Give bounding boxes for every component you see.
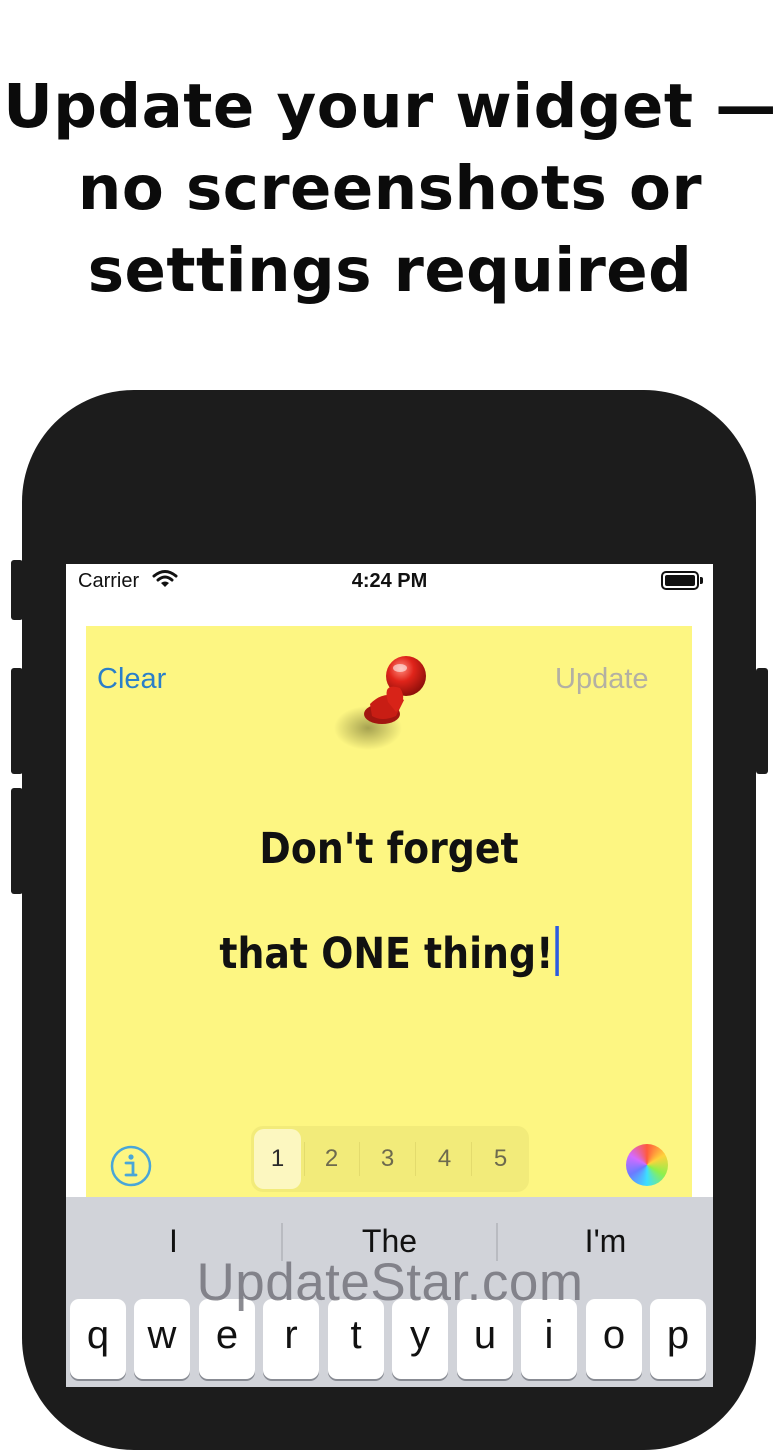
note-text-line-2[interactable]: that ONE thing!	[122, 926, 655, 979]
power-button	[756, 668, 768, 774]
note-text-line-2-content: that ONE thing!	[219, 929, 554, 979]
pushpin-icon	[334, 656, 426, 750]
page-divider	[471, 1142, 472, 1176]
status-time: 4:24 PM	[351, 570, 428, 592]
page-button-5[interactable]: 5	[477, 1129, 524, 1189]
volume-up-button	[11, 668, 23, 774]
page-divider	[359, 1142, 360, 1176]
watermark: UpdateStar.com	[196, 1253, 584, 1312]
page-divider	[415, 1142, 416, 1176]
headline-line-1: Update your widget —	[3, 71, 777, 142]
update-button[interactable]: Update	[555, 663, 649, 696]
mute-switch	[11, 560, 23, 620]
status-bar: Carrier 4:24 PM	[66, 564, 713, 600]
color-wheel-icon[interactable]	[626, 1144, 668, 1186]
page-button-2[interactable]: 2	[308, 1129, 355, 1189]
battery-icon	[661, 571, 703, 590]
note-text-line-1[interactable]: Don't forget	[122, 824, 655, 874]
sticky-note[interactable]: Don't forget that ONE thing! 1 2 3 4 5	[86, 626, 692, 1198]
page-divider	[304, 1142, 305, 1176]
page-selector: 1 2 3 4 5	[251, 1126, 529, 1192]
page-button-4[interactable]: 4	[421, 1129, 468, 1189]
clear-button[interactable]: Clear	[97, 663, 166, 696]
headline-line-2: no screenshots or	[77, 153, 703, 224]
text-cursor	[555, 926, 559, 976]
page-button-1[interactable]: 1	[254, 1129, 301, 1189]
info-icon[interactable]	[109, 1144, 153, 1188]
headline: Update your widget — no screenshots or s…	[0, 66, 780, 312]
headline-line-3: settings required	[87, 235, 693, 306]
volume-down-button	[11, 788, 23, 894]
page-button-3[interactable]: 3	[364, 1129, 411, 1189]
